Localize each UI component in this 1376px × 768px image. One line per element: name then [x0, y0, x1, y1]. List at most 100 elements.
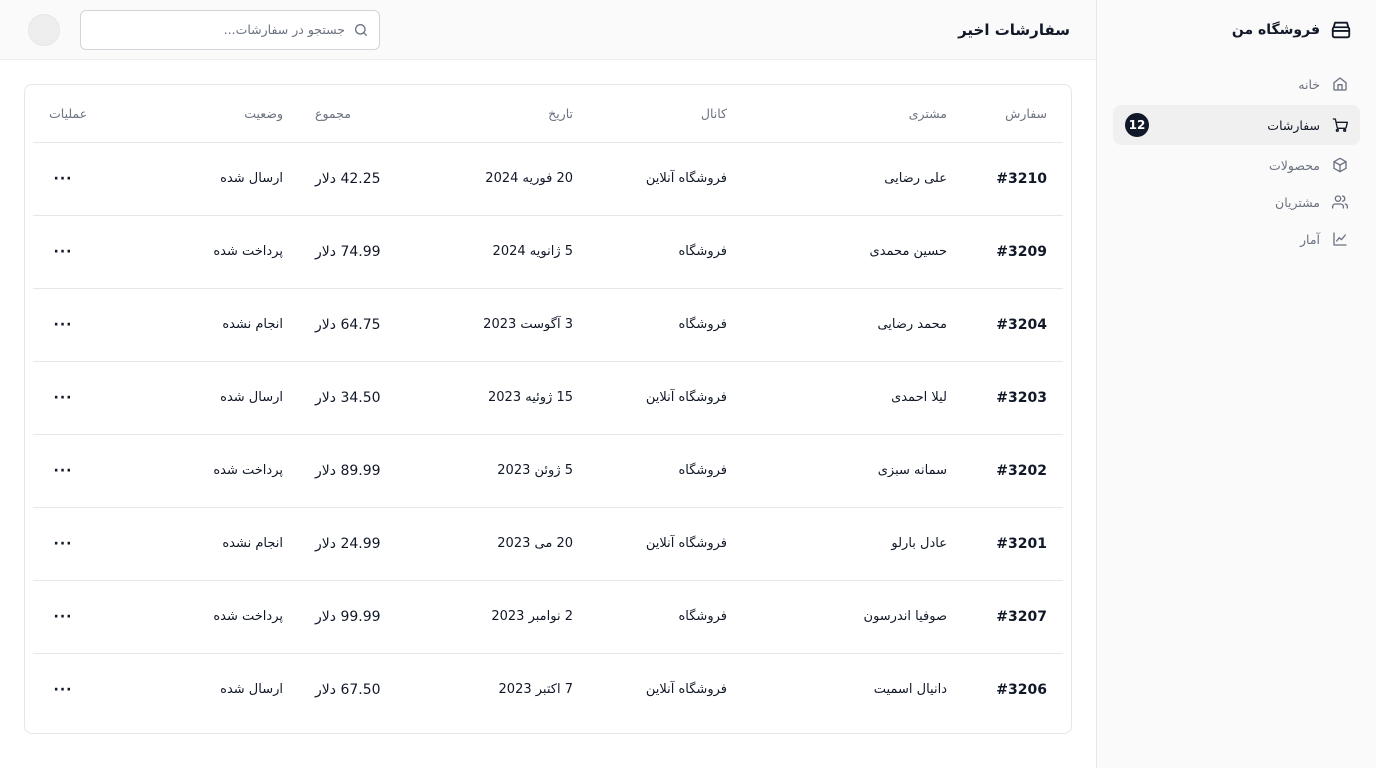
- order-status: انجام نشده: [149, 507, 299, 581]
- sidebar-item-label: خانه: [1298, 76, 1320, 92]
- search-box: [80, 9, 380, 50]
- order-status: ارسال شده: [149, 142, 299, 216]
- channel: فروشگاه: [589, 288, 743, 362]
- table-row[interactable]: #3204 محمد رضایی فروشگاه 3 آگوست 2023 64…: [33, 288, 1063, 362]
- brand[interactable]: فروشگاه من: [1113, 0, 1360, 60]
- order-id[interactable]: #3210: [963, 142, 1063, 216]
- sidebar-item-home[interactable]: خانه: [1113, 66, 1360, 102]
- order-total: 24.99 دلار: [299, 507, 429, 581]
- customer-name: دانیال اسمیت: [873, 682, 947, 698]
- table-row[interactable]: #3210 علی رضایی فروشگاه آنلاین 20 فوریه …: [33, 142, 1063, 216]
- order-status: ارسال شده: [149, 361, 299, 435]
- more-actions-icon[interactable]: ···: [49, 384, 77, 412]
- order-total: 89.99 دلار: [299, 434, 429, 508]
- sidebar-item-label: مشتریان: [1275, 194, 1320, 210]
- order-id[interactable]: #3203: [963, 361, 1063, 435]
- search-icon: [353, 22, 369, 38]
- page-title: سفارشات اخیر: [958, 20, 1070, 39]
- cart-icon: [1332, 117, 1348, 133]
- sidebar-item-orders[interactable]: سفارشات 12: [1113, 105, 1360, 145]
- customer-name: سمانه سبزی: [743, 434, 963, 508]
- order-id[interactable]: #3201: [963, 507, 1063, 581]
- table-header-row: سفارش مشتری کانال تاریخ مجموع وضعیت عملی…: [33, 85, 1063, 143]
- channel: فروشگاه: [589, 580, 743, 654]
- order-date: 5 ژانویه 2024: [429, 215, 589, 289]
- more-actions-icon[interactable]: ···: [49, 165, 77, 193]
- column-header-actions: عملیات: [33, 85, 149, 143]
- column-header-status: وضعیت: [149, 85, 299, 143]
- order-total: 99.99 دلار: [299, 580, 429, 654]
- row-actions-cell: ···: [33, 507, 149, 581]
- table-row[interactable]: #3202 سمانه سبزی فروشگاه 5 ژوئن 2023 89.…: [33, 434, 1063, 508]
- table-row[interactable]: #3201 عادل بارلو فروشگاه آنلاین 20 می 20…: [33, 507, 1063, 581]
- search-input[interactable]: [91, 22, 345, 37]
- order-date: 5 ژوئن 2023: [429, 434, 589, 508]
- order-total: 34.50 دلار: [299, 361, 429, 435]
- row-actions-cell: ···: [33, 653, 149, 726]
- order-id[interactable]: #3206: [963, 653, 1063, 726]
- channel: فروشگاه: [589, 215, 743, 289]
- app-shell: فروشگاه من خانه سفارشات 12 محصولات مشتری…: [0, 0, 1376, 768]
- order-status: پرداخت شده: [149, 434, 299, 508]
- row-actions-cell: ···: [33, 580, 149, 654]
- users-icon: [1332, 194, 1348, 210]
- row-actions-cell: ···: [33, 288, 149, 362]
- order-status: پرداخت شده: [149, 580, 299, 654]
- order-status: ارسال شده: [220, 682, 283, 698]
- customer-name: عادل بارلو: [743, 507, 963, 581]
- chart-icon: [1332, 231, 1348, 247]
- order-total: 42.25 دلار: [299, 142, 429, 216]
- order-total: 67.50 دلار: [315, 681, 381, 698]
- orders-table: سفارش مشتری کانال تاریخ مجموع وضعیت عملی…: [33, 85, 1063, 726]
- row-actions-cell: ···: [33, 142, 149, 216]
- channel: فروشگاه آنلاین: [589, 142, 743, 216]
- column-header-customer: مشتری: [743, 85, 963, 143]
- more-actions-icon[interactable]: ···: [49, 311, 77, 339]
- sidebar-item-products[interactable]: محصولات: [1113, 147, 1360, 183]
- more-actions-icon[interactable]: ···: [49, 457, 77, 485]
- orders-card: سفارش مشتری کانال تاریخ مجموع وضعیت عملی…: [24, 84, 1072, 734]
- top-header: سفارشات اخیر: [0, 0, 1096, 60]
- channel: فروشگاه آنلاین: [589, 361, 743, 435]
- channel: فروشگاه آنلاین: [589, 507, 743, 581]
- package-icon: [1332, 157, 1348, 173]
- customer-name: صوفیا اندرسون: [743, 580, 963, 654]
- table-row[interactable]: #3203 لیلا احمدی فروشگاه آنلاین 15 ژوئیه…: [33, 361, 1063, 435]
- table-row[interactable]: #3207 صوفیا اندرسون فروشگاه 2 نوامبر 202…: [33, 580, 1063, 654]
- channel: فروشگاه آنلاین: [645, 682, 727, 698]
- table-row[interactable]: #3206 دانیال اسمیت فروشگاه آنلاین 7 اکتب…: [33, 653, 1063, 726]
- row-actions-cell: ···: [33, 215, 149, 289]
- more-actions-icon[interactable]: ···: [49, 676, 77, 704]
- order-date: 2 نوامبر 2023: [429, 580, 589, 654]
- order-id[interactable]: #3207: [963, 580, 1063, 654]
- avatar[interactable]: [28, 13, 60, 46]
- content: سفارش مشتری کانال تاریخ مجموع وضعیت عملی…: [0, 60, 1096, 734]
- order-date: 3 آگوست 2023: [429, 288, 589, 362]
- order-id[interactable]: #3202: [963, 434, 1063, 508]
- column-header-total: مجموع: [299, 85, 429, 143]
- orders-count-badge: 12: [1125, 113, 1149, 137]
- brand-name: فروشگاه من: [1231, 22, 1320, 38]
- table-row[interactable]: #3209 حسین محمدی فروشگاه 5 ژانویه 2024 7…: [33, 215, 1063, 289]
- order-date: 20 فوریه 2024: [429, 142, 589, 216]
- sidebar-nav: خانه سفارشات 12 محصولات مشتریان آمار: [1113, 66, 1360, 258]
- store-icon: [1330, 19, 1352, 41]
- order-total: 64.75 دلار: [299, 288, 429, 362]
- order-id[interactable]: #3209: [963, 215, 1063, 289]
- customer-name: علی رضایی: [743, 142, 963, 216]
- more-actions-icon[interactable]: ···: [49, 238, 77, 266]
- order-id[interactable]: #3204: [963, 288, 1063, 362]
- sidebar-item-analytics[interactable]: آمار: [1113, 221, 1360, 257]
- order-date: 15 ژوئیه 2023: [429, 361, 589, 435]
- sidebar-item-label: سفارشات: [1267, 117, 1320, 133]
- customer-name: محمد رضایی: [743, 288, 963, 362]
- more-actions-icon[interactable]: ···: [49, 530, 77, 558]
- column-header-channel: کانال: [589, 85, 743, 143]
- home-icon: [1332, 76, 1348, 92]
- more-actions-icon[interactable]: ···: [49, 603, 77, 631]
- order-date: 20 می 2023: [429, 507, 589, 581]
- sidebar-item-customers[interactable]: مشتریان: [1113, 184, 1360, 220]
- main-area: سفارشات اخیر جستجو در سفارشات... سفارش م…: [0, 0, 1096, 768]
- order-status: انجام نشده: [149, 288, 299, 362]
- customer-name: لیلا احمدی: [743, 361, 963, 435]
